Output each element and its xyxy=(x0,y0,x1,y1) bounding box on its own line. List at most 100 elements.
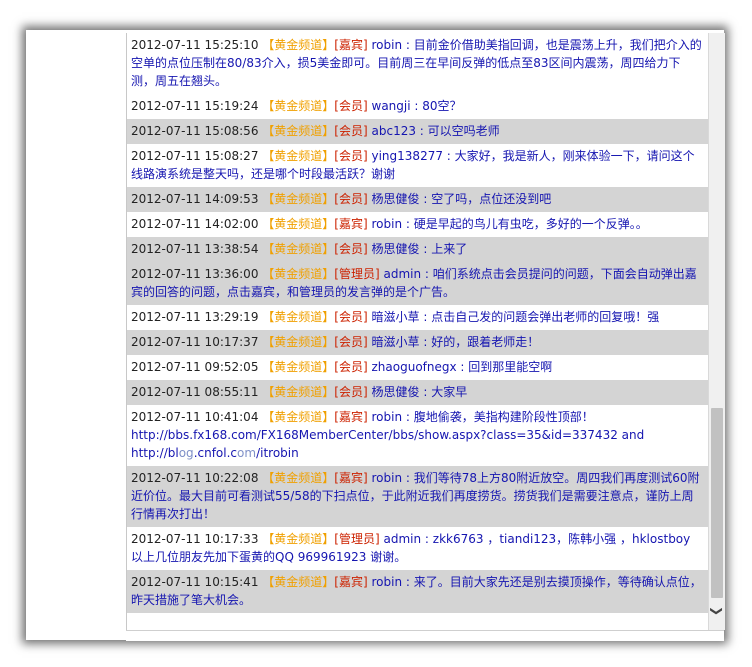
chat-message[interactable]: 2012-07-11 15:19:24 【黄金频道】[会员] wangji : … xyxy=(127,94,709,119)
message-timestamp: 2012-07-11 10:41:04 xyxy=(131,410,259,424)
message-link-part[interactable]: .cnfol.c xyxy=(194,446,237,460)
message-timestamp: 2012-07-11 13:29:19 xyxy=(131,310,259,324)
panel-bottom-edge xyxy=(126,630,724,641)
message-text: 大家早 xyxy=(431,385,468,399)
chat-message-list[interactable]: 2012-07-11 15:25:10 【黄金频道】[嘉宾] robin : 目… xyxy=(126,33,709,630)
message-channel: 【黄金频道】 xyxy=(262,471,335,485)
message-username[interactable]: abc123 xyxy=(372,124,416,138)
message-link[interactable]: http://bbs.fx168.com/FX168MemberCenter/b… xyxy=(131,428,644,442)
chat-message[interactable]: 2012-07-11 10:17:33 【黄金频道】[管理员] admin : … xyxy=(127,527,709,570)
message-username[interactable]: wangji xyxy=(372,99,411,113)
message-timestamp: 2012-07-11 13:38:54 xyxy=(131,242,259,256)
message-text: 好的，跟着老师走！ xyxy=(431,335,540,349)
message-channel: 【黄金频道】 xyxy=(262,360,335,374)
message-username[interactable]: 杨思健俊 xyxy=(372,385,420,399)
message-username[interactable]: 暗滋小草 xyxy=(372,310,420,324)
message-username[interactable]: ying138277 xyxy=(372,149,443,163)
message-channel: 【黄金频道】 xyxy=(262,242,335,256)
message-timestamp: 2012-07-11 10:17:37 xyxy=(131,335,259,349)
message-timestamp: 2012-07-11 10:15:41 xyxy=(131,575,259,589)
chat-message[interactable]: 2012-07-11 13:29:19 【黄金频道】[会员] 暗滋小草 : 点击… xyxy=(127,305,709,330)
chat-message[interactable]: 2012-07-11 09:52:05 【黄金频道】[会员] zhaoguofn… xyxy=(127,355,709,380)
chat-message[interactable]: 2012-07-11 10:22:08 【黄金频道】[嘉宾] robin : 我… xyxy=(127,466,709,527)
message-role: [会员] xyxy=(334,385,368,399)
chat-message[interactable]: 2012-07-11 10:17:37 【黄金频道】[会员] 暗滋小草 : 好的… xyxy=(127,330,709,355)
message-channel: 【黄金频道】 xyxy=(262,532,335,546)
message-role: [嘉宾] xyxy=(334,38,368,52)
message-text: 点击自己发的问题会弹出老师的回复哦！强 xyxy=(431,310,660,324)
message-channel: 【黄金频道】 xyxy=(262,124,335,138)
message-role: [管理员] xyxy=(334,267,380,281)
message-username[interactable]: zhaoguofnegx xyxy=(372,360,457,374)
message-channel: 【黄金频道】 xyxy=(262,38,335,52)
message-text: 上来了 xyxy=(431,242,468,256)
message-timestamp: 2012-07-11 13:36:00 xyxy=(131,267,259,281)
scroll-down-arrow-icon[interactable]: ❯ xyxy=(709,603,725,619)
message-username[interactable]: admin xyxy=(384,532,422,546)
message-role: [管理员] xyxy=(334,532,380,546)
message-channel: 【黄金频道】 xyxy=(262,410,335,424)
chat-message[interactable]: 2012-07-11 10:41:04 【黄金频道】[嘉宾] robin : 腹… xyxy=(127,405,709,466)
message-role: [会员] xyxy=(334,124,368,138)
message-link-part[interactable]: /itrobin xyxy=(256,446,299,460)
message-channel: 【黄金频道】 xyxy=(262,149,335,163)
message-timestamp: 2012-07-11 08:55:11 xyxy=(131,385,259,399)
left-gutter xyxy=(26,30,126,640)
chat-message[interactable]: 2012-07-11 14:02:00 【黄金频道】[嘉宾] robin : 硬… xyxy=(127,212,709,237)
chat-message[interactable]: 2012-07-11 15:25:10 【黄金频道】[嘉宾] robin : 目… xyxy=(127,33,709,94)
message-timestamp: 2012-07-11 15:19:24 xyxy=(131,99,259,113)
message-timestamp: 2012-07-11 14:09:53 xyxy=(131,192,259,206)
message-text: 硬是早起的鸟儿有虫吃，多好的一个反弹。。 xyxy=(413,217,648,231)
message-username[interactable]: 杨思健俊 xyxy=(372,192,420,206)
message-role: [嘉宾] xyxy=(334,410,368,424)
message-link-blurred: og xyxy=(178,446,194,460)
message-timestamp: 2012-07-11 15:08:27 xyxy=(131,149,259,163)
message-role: [会员] xyxy=(334,149,368,163)
message-link-part[interactable]: http://bl xyxy=(131,446,179,460)
message-text: 回到那里能空啊 xyxy=(468,360,553,374)
message-role: [会员] xyxy=(334,192,368,206)
chat-message[interactable]: 2012-07-11 15:08:27 【黄金频道】[会员] ying13827… xyxy=(127,144,709,187)
message-timestamp: 2012-07-11 09:52:05 xyxy=(131,360,259,374)
message-username[interactable]: robin xyxy=(372,38,403,52)
message-timestamp: 2012-07-11 14:02:00 xyxy=(131,217,259,231)
message-username[interactable]: robin xyxy=(372,217,403,231)
message-role: [会员] xyxy=(334,310,368,324)
chat-message[interactable]: 2012-07-11 15:08:56 【黄金频道】[会员] abc123 : … xyxy=(127,119,709,144)
message-link-blurred: om xyxy=(237,446,257,460)
message-role: [会员] xyxy=(334,360,368,374)
message-channel: 【黄金频道】 xyxy=(262,192,335,206)
message-channel: 【黄金频道】 xyxy=(262,267,335,281)
message-text: 腹地偷袭，美指构建阶段性顶部！ xyxy=(413,410,594,424)
message-role: [嘉宾] xyxy=(334,575,368,589)
message-username[interactable]: 杨思健俊 xyxy=(372,242,420,256)
message-channel: 【黄金频道】 xyxy=(262,310,335,324)
message-text: 80空？ xyxy=(422,99,462,113)
message-channel: 【黄金频道】 xyxy=(262,99,335,113)
message-role: [会员] xyxy=(334,335,368,349)
message-username[interactable]: robin xyxy=(372,410,403,424)
message-timestamp: 2012-07-11 15:25:10 xyxy=(131,38,259,52)
message-channel: 【黄金频道】 xyxy=(262,575,335,589)
chat-message[interactable]: 2012-07-11 13:38:54 【黄金频道】[会员] 杨思健俊 : 上来… xyxy=(127,237,709,262)
message-role: [会员] xyxy=(334,242,368,256)
message-timestamp: 2012-07-11 10:22:08 xyxy=(131,471,259,485)
chat-message[interactable]: 2012-07-11 08:55:11 【黄金频道】[会员] 杨思健俊 : 大家… xyxy=(127,380,709,405)
scrollbar-thumb[interactable] xyxy=(711,408,723,598)
chat-message[interactable]: 2012-07-11 13:36:00 【黄金频道】[管理员] admin : … xyxy=(127,262,709,305)
message-text: 可以空吗老师 xyxy=(427,124,500,138)
message-role: [会员] xyxy=(334,99,368,113)
message-role: [嘉宾] xyxy=(334,217,368,231)
message-text: 空了吗，点位还没到吧 xyxy=(431,192,552,206)
message-role: [嘉宾] xyxy=(334,471,368,485)
chat-message[interactable]: 2012-07-11 14:09:53 【黄金频道】[会员] 杨思健俊 : 空了… xyxy=(127,187,709,212)
message-username[interactable]: robin xyxy=(372,471,403,485)
message-username[interactable]: robin xyxy=(372,575,403,589)
message-username[interactable]: 暗滋小草 xyxy=(372,335,420,349)
message-timestamp: 2012-07-11 15:08:56 xyxy=(131,124,259,138)
vertical-scrollbar[interactable]: ❯ xyxy=(708,33,725,630)
chat-message[interactable]: 2012-07-11 10:15:41 【黄金频道】[嘉宾] robin : 来… xyxy=(127,570,709,613)
message-timestamp: 2012-07-11 10:17:33 xyxy=(131,532,259,546)
message-channel: 【黄金频道】 xyxy=(262,217,335,231)
message-username[interactable]: admin xyxy=(384,267,422,281)
